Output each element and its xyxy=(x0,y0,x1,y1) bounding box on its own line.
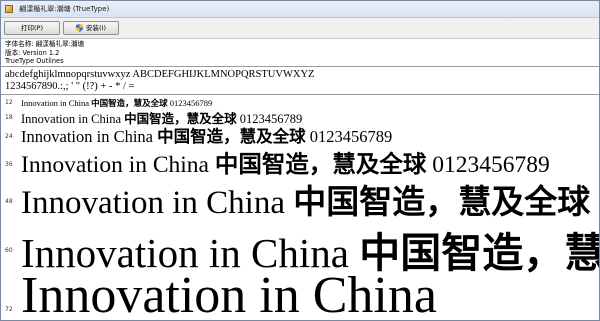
install-button[interactable]: 安装(I) xyxy=(63,21,119,35)
sample-size-label: 12 xyxy=(5,99,13,106)
version-line: 版本: Version 1.2 xyxy=(5,48,60,57)
toolbar: 打印(P) 安装(I) xyxy=(1,18,599,39)
sample-digits-text: 0123456789 xyxy=(305,127,393,146)
charset-letters: abcdefghijklmnopqrstuvwxyz ABCDEFGHIJKLM… xyxy=(5,69,315,80)
font-viewer-window: 翩漾楯礼翠:潮塘 (TrueType) 打印(P) 安装(I) 字体名称: 翩漾… xyxy=(0,0,600,321)
charset-digits: 1234567890.:,; ' " (!?) + - * / = xyxy=(5,81,135,92)
sample-size-label: 24 xyxy=(5,133,13,140)
sample-latin-text: Innovation in China xyxy=(21,185,294,221)
sample-cjk-text: 中国智造，慧及全球 xyxy=(214,150,427,178)
print-button[interactable]: 打印(P) xyxy=(4,21,60,35)
install-button-label: 安装(I) xyxy=(86,23,106,32)
font-app-icon xyxy=(5,5,13,13)
sample-size-label: 18 xyxy=(5,114,13,121)
shield-icon xyxy=(76,24,83,32)
sample-digits-text: 0123456789 xyxy=(167,98,213,108)
sample-latin-text: Innovation in China xyxy=(21,127,158,146)
sample-latin-text: Innovation in China xyxy=(21,98,92,108)
title-bar: 翩漾楯礼翠:潮塘 (TrueType) xyxy=(1,1,599,18)
sample-cjk-text: 中国智造，慧及全球 xyxy=(157,127,306,146)
font-name-line: 字体名称: 翩漾楯礼翠:潮塘 xyxy=(5,40,85,48)
sample-size-label: 48 xyxy=(5,198,13,205)
sample-cjk-text: 中国智造，慧及全球 xyxy=(293,182,591,221)
sample-size-label: 72 xyxy=(5,306,13,313)
window-title: 翩漾楯礼翠:潮塘 (TrueType) xyxy=(19,5,110,13)
sample-size-label: 60 xyxy=(5,247,13,254)
print-button-label: 打印(P) xyxy=(21,23,43,32)
font-info: 字体名称: 翩漾楯礼翠:潮塘 版本: Version 1.2 TrueType … xyxy=(1,39,599,67)
font-type-line: TrueType Outlines xyxy=(5,57,64,65)
sample-latin-text: Innovation in China xyxy=(21,267,437,321)
character-set: abcdefghijklmnopqrstuvwxyz ABCDEFGHIJKLM… xyxy=(1,67,599,95)
sample-size-label: 36 xyxy=(5,161,13,168)
